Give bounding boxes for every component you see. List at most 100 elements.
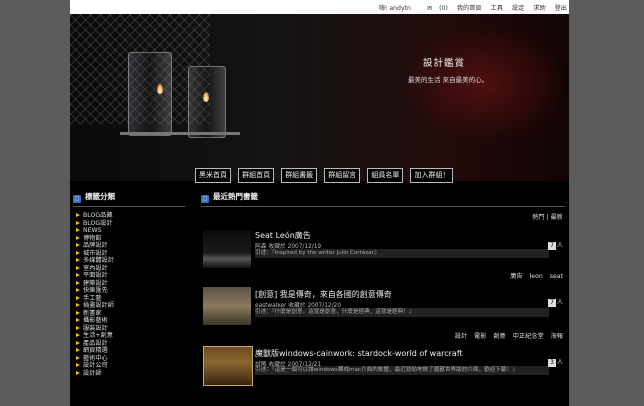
category-item[interactable]: BLOG設計 xyxy=(76,220,186,228)
save-count: 3人 xyxy=(547,357,563,367)
category-list: BLOG品藏 BLOG設計 NEWS 博物館 品牌設計 城市設計 多媒體設計 室… xyxy=(76,212,186,377)
category-item[interactable]: 新書家 xyxy=(76,310,186,318)
tools-link[interactable]: 工具 xyxy=(491,5,503,12)
post-title[interactable]: 魔獸版windows-cainwork: stardock-world of w… xyxy=(255,348,463,359)
post-snippet: 引述：『Inspired by the writer Julio Cortáza… xyxy=(255,249,549,258)
post-tags: 廣告 leon seat xyxy=(505,271,563,280)
candle-glass-right xyxy=(188,66,226,138)
arrow-icon xyxy=(76,310,80,315)
category-item[interactable]: 插畫設計師 xyxy=(76,302,186,310)
sort-new-link[interactable]: 最新 xyxy=(551,214,563,221)
tag-link[interactable]: 設計 xyxy=(455,333,467,340)
category-item[interactable]: 攝影藝術 xyxy=(76,317,186,325)
post-title[interactable]: Seat León廣告 xyxy=(255,230,311,241)
main-heading: □ 最近熱門書籤 xyxy=(201,191,565,207)
top-bar: 嗨! andytn ✉ (0) 我的首頁 工具 設定 求助 登出 xyxy=(70,0,569,14)
category-item[interactable]: 品牌設計 xyxy=(76,242,186,250)
arrow-icon xyxy=(76,280,80,285)
arrow-icon xyxy=(76,318,80,322)
username[interactable]: 嗨! andytn xyxy=(379,5,411,12)
arrow-icon xyxy=(76,265,80,270)
arrow-icon xyxy=(76,273,80,277)
post-thumbnail[interactable] xyxy=(203,287,251,325)
logout-link[interactable]: 登出 xyxy=(555,5,567,12)
candle-glass-left xyxy=(128,52,172,136)
candle-flame-right xyxy=(203,92,209,102)
post-title[interactable]: [創意] 我是傳奇，來自各國的創意傳奇 xyxy=(255,289,392,300)
category-item[interactable]: 博物館 xyxy=(76,235,186,243)
arrow-icon xyxy=(76,295,80,300)
category-item[interactable]: 設計師 xyxy=(76,370,186,378)
mail-link[interactable]: ✉ (0) xyxy=(420,5,448,12)
page: 嗨! andytn ✉ (0) 我的首頁 工具 設定 求助 登出 設計鑑賞 最美的… xyxy=(70,0,569,406)
category-item[interactable]: 建築設計 xyxy=(76,280,186,288)
category-item[interactable]: 城市設計 xyxy=(76,250,186,258)
arrow-icon xyxy=(76,258,80,262)
arrow-icon xyxy=(76,228,80,232)
arrow-icon xyxy=(76,303,80,307)
sidebar-heading: □ 標籤分類 xyxy=(73,191,185,207)
save-count: 7人 xyxy=(547,297,563,307)
category-item[interactable]: 生活+創意 xyxy=(76,332,186,340)
category-item[interactable]: 多媒體設計 xyxy=(76,257,186,265)
category-item[interactable]: 設計公司 xyxy=(76,362,186,370)
section-icon: □ xyxy=(73,195,81,203)
tag-link[interactable]: 中正紀念堂 xyxy=(513,333,544,340)
arrow-icon xyxy=(76,363,80,367)
tag-link[interactable]: 海報 xyxy=(551,333,563,340)
banner: 設計鑑賞 最美的生活 來自最美的心。 xyxy=(70,14,569,181)
candle-stand xyxy=(120,132,240,135)
sort-hot-link[interactable]: 熱門 xyxy=(532,214,544,221)
section-icon: □ xyxy=(201,195,209,203)
category-item[interactable]: 快樂匯先 xyxy=(76,287,186,295)
arrow-icon xyxy=(76,243,80,247)
nav-group-home[interactable]: 群組首頁 xyxy=(238,168,275,183)
nav-group-messages[interactable]: 群組留言 xyxy=(324,168,361,183)
category-item[interactable]: 室內設計 xyxy=(76,265,186,273)
category-item[interactable]: 藝術中心 xyxy=(76,355,186,363)
arrow-icon xyxy=(76,348,80,352)
category-item[interactable]: BLOG品藏 xyxy=(76,212,186,220)
category-item[interactable]: 服裝設計 xyxy=(76,325,186,333)
arrow-icon xyxy=(76,355,80,360)
nav-member-list[interactable]: 組員名單 xyxy=(367,168,404,183)
tag-link[interactable]: 電影 xyxy=(474,333,486,340)
arrow-icon xyxy=(76,250,80,255)
group-title: 設計鑑賞 xyxy=(423,58,466,69)
nav-group-bookmarks[interactable]: 群組書籤 xyxy=(281,168,318,183)
tag-link[interactable]: seat xyxy=(550,273,563,280)
arrow-icon xyxy=(76,370,80,375)
tag-link[interactable]: 廣告 xyxy=(510,273,522,280)
help-link[interactable]: 求助 xyxy=(533,5,545,12)
post-tags: 設計 電影 創意 中正紀念堂 海報 xyxy=(450,331,563,340)
category-item[interactable]: 網頁精選 xyxy=(76,347,186,355)
sort-bar: 熱門 | 最新 xyxy=(532,214,563,221)
nav-join-group[interactable]: 加入群組！ xyxy=(410,168,454,183)
nav-heimi-home[interactable]: 黑米首頁 xyxy=(195,168,231,183)
banner-glow xyxy=(400,24,569,144)
mail-icon: ✉ xyxy=(426,5,433,12)
category-item[interactable]: 手工藝 xyxy=(76,295,186,303)
tag-link[interactable]: 創意 xyxy=(493,333,505,340)
arrow-icon xyxy=(76,325,80,330)
arrow-icon xyxy=(76,220,80,225)
post-thumbnail[interactable] xyxy=(203,346,253,386)
category-item[interactable]: 產品設計 xyxy=(76,340,186,348)
group-nav: 黑米首頁 群組首頁 群組書籤 群組留言 組員名單 加入群組！ xyxy=(195,162,455,183)
category-item[interactable]: 平面設計 xyxy=(76,272,186,280)
arrow-icon xyxy=(76,333,80,337)
save-count: 7人 xyxy=(547,240,563,250)
arrow-icon xyxy=(76,288,80,292)
arrow-icon xyxy=(76,235,80,240)
post-thumbnail[interactable] xyxy=(203,230,251,268)
group-subtitle: 最美的生活 來自最美的心。 xyxy=(408,76,489,84)
my-home-link[interactable]: 我的首頁 xyxy=(457,5,482,12)
post-snippet: 引述：『這是一個可以讓windows轉成mac介面的軟體，最近勁勁地做了魔獸世界… xyxy=(255,366,549,375)
arrow-icon xyxy=(76,340,80,345)
tag-link[interactable]: leon xyxy=(530,273,543,280)
category-item[interactable]: NEWS xyxy=(76,227,186,235)
candle-flame-left xyxy=(157,84,163,94)
post-snippet: 引述：『什麼是創意，這就是創意，什麼是經典，這就是經典！』 xyxy=(255,308,549,317)
arrow-icon xyxy=(76,213,80,217)
settings-link[interactable]: 設定 xyxy=(512,5,524,12)
